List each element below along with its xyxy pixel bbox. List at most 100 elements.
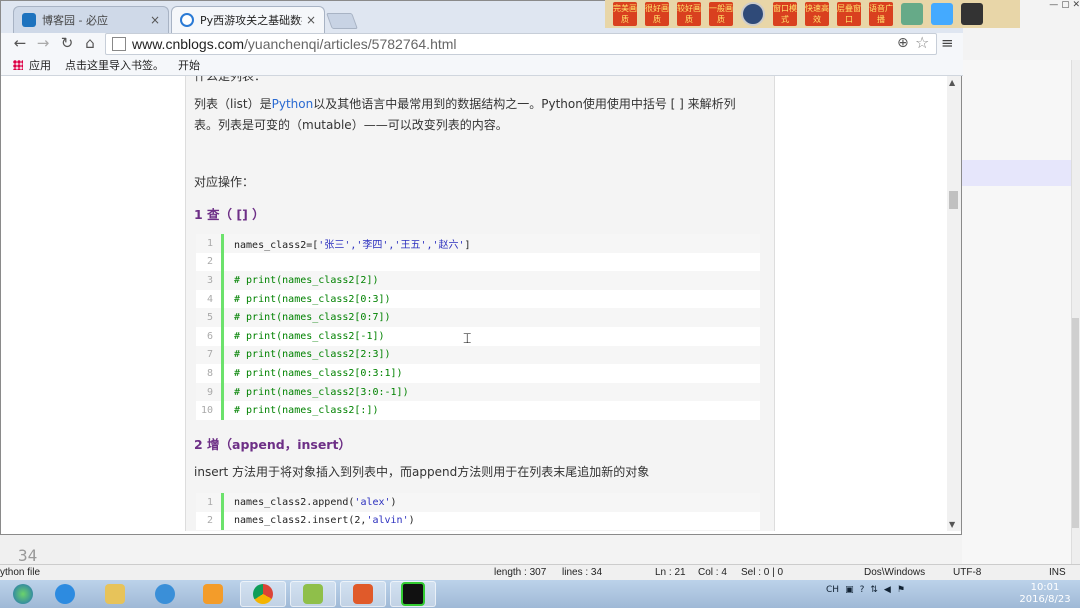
page-scrollbar-thumb[interactable] xyxy=(949,191,958,209)
input-language[interactable]: CH xyxy=(826,585,839,595)
volume-icon[interactable]: ◀ xyxy=(884,585,891,595)
code-text: # print(names_class2[3:0:-1]) xyxy=(224,387,409,398)
editor-scrollbar-thumb[interactable] xyxy=(1072,318,1079,528)
back-arrow-icon[interactable]: ← xyxy=(11,35,29,51)
code-string: '张三','李四','王五','赵六' xyxy=(318,239,465,251)
dial-icon[interactable] xyxy=(741,2,765,26)
section-heading-query: 1 查（ [] ） xyxy=(194,207,265,222)
brush-icon[interactable] xyxy=(901,3,923,25)
code-token: ] xyxy=(464,239,471,251)
line-number: 8 xyxy=(196,364,224,383)
bookmark-start[interactable]: 开始 xyxy=(178,57,200,73)
notepad-icon xyxy=(303,584,323,604)
code-line: 4 # print(names_class2[0:3]) xyxy=(196,289,760,309)
menu-icon[interactable]: ≡ xyxy=(941,34,954,52)
reload-icon[interactable]: ↻ xyxy=(58,35,76,51)
code-text: # print(names_class2[:]) xyxy=(224,405,379,416)
taskbar-player[interactable] xyxy=(190,581,236,607)
quality-perfect-button[interactable]: 完美画质 xyxy=(613,2,637,26)
page-scrollbar[interactable] xyxy=(947,76,961,531)
taskbar-qq[interactable] xyxy=(142,581,188,607)
code-text: names_class2.append('alex') xyxy=(224,497,397,508)
code-line: 5 # print(names_class2[0:7]) xyxy=(196,308,760,327)
article-body: 什么是列表： 列表（list）是Python以及其他语言中最常用到的数据结构之一… xyxy=(185,76,775,531)
code-text: # print(names_class2[2:3]) xyxy=(224,349,391,360)
code-text: # print(names_class2[0:3:1]) xyxy=(224,368,403,379)
quality-normal-button[interactable]: 一般画质 xyxy=(709,2,733,26)
cascade-window-button[interactable]: 层叠窗口 xyxy=(837,2,861,26)
ie-icon xyxy=(55,584,75,604)
code-token: # print(names_class2[2]) xyxy=(234,274,379,286)
url-path: /yuanchenqi/articles/5782764.html xyxy=(244,36,457,52)
quality-good-button[interactable]: 很好画质 xyxy=(645,2,669,26)
close-icon[interactable]: × xyxy=(306,13,316,27)
pycharm-icon xyxy=(401,582,425,606)
line-number: 1 xyxy=(196,234,224,253)
code-text: names_class2=['张三','李四','王五','赵六'] xyxy=(224,236,471,251)
code-block-add: 1 names_class2.append('alex') 2 names_class… xyxy=(196,493,760,531)
taskbar-chrome[interactable] xyxy=(240,581,286,607)
window-mode-button[interactable]: 窗口模式 xyxy=(773,2,797,26)
voice-broadcast-button[interactable]: 语音广播 xyxy=(869,2,893,26)
code-text: # print(names_class2[2]) xyxy=(224,275,379,286)
status-bar: ython file length : 307 lines : 34 Ln : … xyxy=(0,564,1080,581)
apps-grid-icon[interactable] xyxy=(13,60,23,70)
taskbar-notepad[interactable] xyxy=(290,581,336,607)
zoom-icon[interactable]: ⊕ xyxy=(897,35,909,51)
code-line: 1 names_class2=['张三','李四','王五','赵六'] xyxy=(196,234,760,253)
line-number: 3 xyxy=(196,271,224,290)
help-icon[interactable]: ? xyxy=(860,585,865,595)
taskbar-explorer[interactable] xyxy=(92,581,138,607)
bookmark-apps[interactable]: 应用 xyxy=(29,57,51,73)
insert-mode: INS xyxy=(1049,567,1066,578)
start-button[interactable] xyxy=(0,581,46,607)
arrows-icon[interactable] xyxy=(931,3,953,25)
close-icon[interactable]: × xyxy=(150,13,160,27)
page-icon xyxy=(112,37,126,51)
line-number: 2 xyxy=(196,252,224,272)
line-number: 6 xyxy=(196,326,224,346)
code-block-query: 1 names_class2=['张三','李四','王五','赵六'] 2 3 # p… xyxy=(196,234,760,420)
taskbar-recorder[interactable] xyxy=(340,581,386,607)
clock-date: 2016/8/23 xyxy=(1019,594,1071,605)
taskbar-pycharm[interactable] xyxy=(390,581,436,607)
pen-icon[interactable] xyxy=(961,3,983,25)
code-text: names_class2.insert(2,'alvin') xyxy=(224,515,415,526)
tray-icon[interactable]: ▣ xyxy=(845,585,854,595)
tab-cnblogs[interactable]: Py西游攻关之基础数据类 × xyxy=(171,6,325,33)
file-type: ython file xyxy=(0,567,41,578)
bookmark-import[interactable]: 点击这里导入书签。 xyxy=(65,57,164,73)
section-heading-add: 2 增（append，insert） xyxy=(194,437,351,452)
home-icon[interactable]: ⌂ xyxy=(81,35,99,51)
scroll-down-arrow-icon[interactable]: ▼ xyxy=(949,520,955,529)
taskbar-ie[interactable] xyxy=(42,581,88,607)
window-controls[interactable]: — ▢ ✕ xyxy=(1024,0,1080,10)
python-link[interactable]: Python xyxy=(272,97,314,111)
quick-toolbar: 完美画质 很好画质 较好画质 一般画质 窗口模式 快速高效 层叠窗口 语音广播 xyxy=(605,0,1020,28)
media-player-icon xyxy=(203,584,223,604)
network-icon[interactable]: ⇅ xyxy=(870,585,878,595)
editor-highlighted-row xyxy=(962,160,1072,186)
quality-fair-button[interactable]: 较好画质 xyxy=(677,2,701,26)
code-line: 9 # print(names_class2[3:0:-1]) xyxy=(196,382,760,402)
address-bar[interactable]: www.cnblogs.com/yuanchenqi/articles/5782… xyxy=(105,33,937,55)
tab-title: Py西游攻关之基础数据类 xyxy=(200,14,302,27)
line-number: 10 xyxy=(196,401,224,420)
scroll-up-arrow-icon[interactable]: ▲ xyxy=(949,78,955,87)
forward-arrow-icon[interactable]: → xyxy=(34,35,52,51)
cut-heading: 什么是列表： xyxy=(194,76,267,83)
code-line: 2 xyxy=(196,252,760,272)
code-line: 8 # print(names_class2[0:3:1]) xyxy=(196,364,760,383)
code-token: # print(names_class2[0:7]) xyxy=(234,312,391,324)
fast-mode-button[interactable]: 快速高效 xyxy=(805,2,829,26)
code-token: # print(names_class2[:]) xyxy=(234,405,379,417)
tab-bing[interactable]: 博客园 - 必应 × xyxy=(13,6,169,33)
line-number: 4 xyxy=(196,289,224,309)
bookmark-star-icon[interactable]: ☆ xyxy=(915,33,929,52)
code-token: # print(names_class2[0:3:1]) xyxy=(234,367,403,379)
clock[interactable]: 10:01 2016/8/23 xyxy=(1018,582,1072,606)
line-number: 1 xyxy=(196,493,224,512)
new-tab-button[interactable] xyxy=(326,13,358,29)
code-token: # print(names_class2[-1]) xyxy=(234,330,385,342)
flag-icon[interactable]: ⚑ xyxy=(897,585,905,595)
